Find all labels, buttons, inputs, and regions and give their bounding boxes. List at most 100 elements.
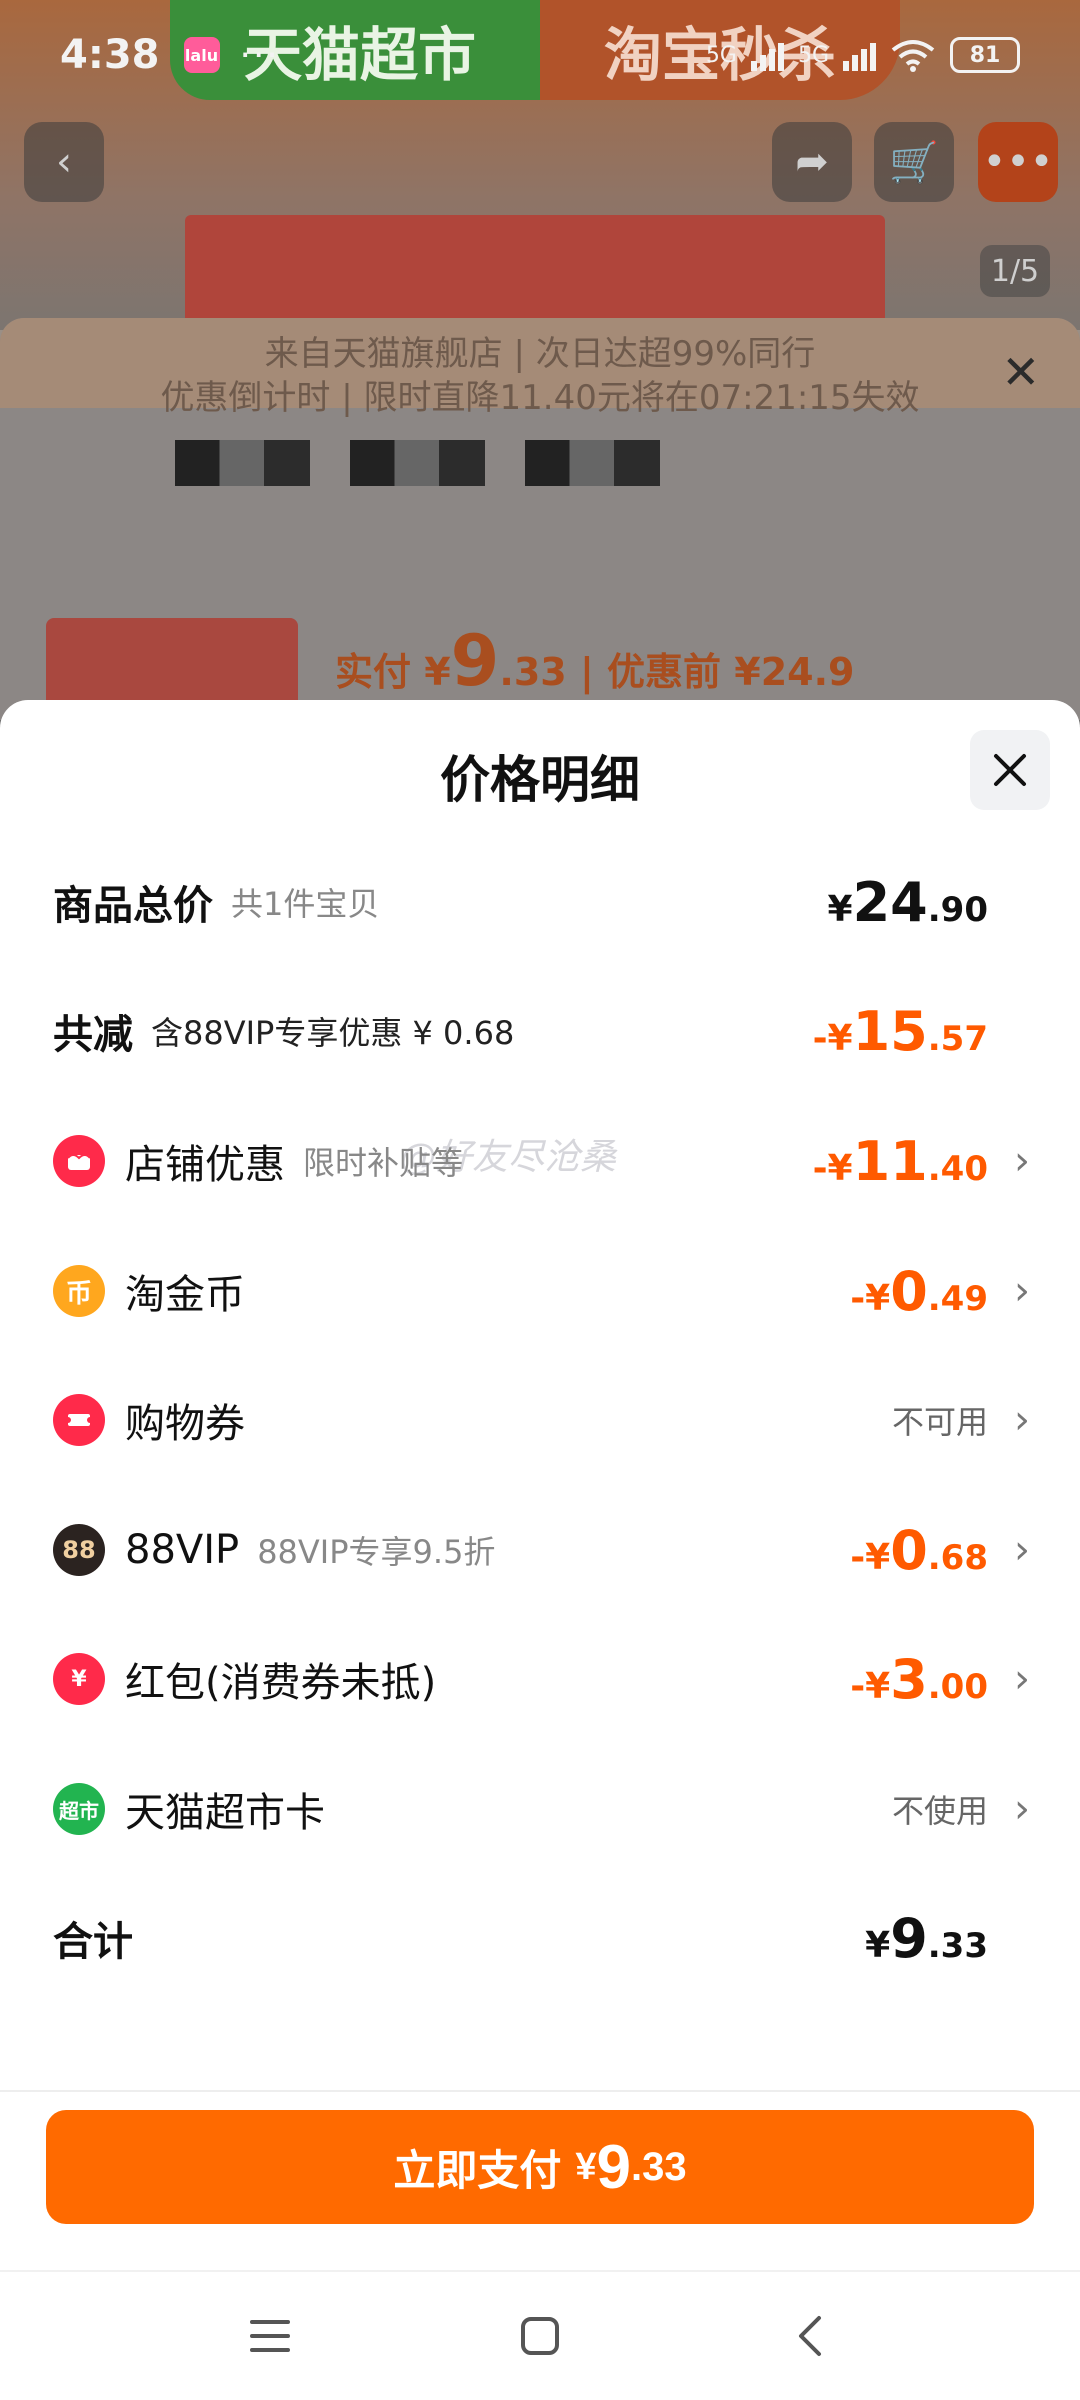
censored-blocks: [175, 440, 660, 486]
row-label: 天猫超市卡: [125, 1790, 325, 1836]
sku-close-icon: ✕: [1001, 345, 1040, 399]
value-currency: ¥: [865, 1924, 891, 1966]
menu-button[interactable]: [240, 2306, 300, 2366]
menu-icon: [250, 2320, 290, 2352]
notice-line-1: 来自天猫旗舰店 | 次日达超99%同行: [264, 334, 816, 374]
value-currency: -¥: [850, 1665, 891, 1707]
row-label: 红包(消费券未抵): [125, 1660, 437, 1706]
row-red-packet[interactable]: ¥ 红包(消费券未抵) -¥ 3.00 ›: [0, 1634, 1080, 1724]
voucher-icon: [53, 1394, 105, 1446]
tmall-market-icon: 超市: [53, 1783, 105, 1835]
row-88vip[interactable]: 88 88VIP 88VIP专享9.5折 -¥ 0.68 ›: [0, 1505, 1080, 1595]
close-icon: [994, 754, 1026, 786]
value-dec: .57: [927, 1018, 988, 1059]
row-value: -¥ 0.68: [850, 1519, 988, 1582]
sku-price-before: | 优惠前 ¥24.9: [579, 650, 855, 694]
system-nav-bar: [0, 2270, 1080, 2400]
signal-icon: [843, 39, 876, 71]
sku-price: 实付 ¥9.33 | 优惠前 ¥24.9: [335, 620, 855, 702]
row-total-discount: 共减 含88VIP专享优惠 ¥ 0.68 -¥ 15.57: [0, 986, 1080, 1076]
shop-discount-icon: [53, 1135, 105, 1187]
value-int: 9: [890, 1906, 928, 1970]
back-button[interactable]: [780, 2306, 840, 2366]
more-notifications-icon: ···: [239, 34, 280, 76]
value-int: 24: [852, 870, 928, 934]
back-arrow-icon: [799, 2316, 821, 2356]
status-bar: 4:38 lalu ··· 5G 5G 81: [0, 0, 1080, 110]
product-image: [185, 215, 885, 335]
row-label: 淘金币: [125, 1272, 245, 1318]
notice-line-2: 优惠倒计时 | 限时直降11.40元将在07:21:15失效: [160, 378, 920, 418]
share-icon: ➦: [772, 122, 852, 202]
value-currency: -¥: [812, 1147, 853, 1189]
chevron-right-icon: ›: [1014, 1527, 1030, 1573]
row-value: ¥9.33: [865, 1907, 988, 1970]
row-label: 88VIP: [125, 1527, 240, 1573]
pay-currency: ¥: [575, 2145, 597, 2188]
row-status: 不使用: [891, 1792, 988, 1830]
sku-notice: 来自天猫旗舰店 | 次日达超99%同行 优惠倒计时 | 限时直降11.40元将在…: [0, 318, 1080, 418]
value-int: 0: [890, 1259, 928, 1323]
more-icon: •••: [978, 122, 1058, 202]
value-dec: .68: [927, 1537, 988, 1578]
image-counter: 1/5: [980, 245, 1050, 297]
row-label: 店铺优惠: [125, 1142, 285, 1188]
value-int: 0: [890, 1518, 928, 1582]
home-icon: [521, 2317, 559, 2355]
row-shop-discount[interactable]: 店铺优惠 限时补贴等 -¥ 11.40 ›: [0, 1116, 1080, 1206]
row-label: 合计: [53, 1919, 133, 1965]
chevron-right-icon: ›: [1014, 1138, 1030, 1184]
chevron-right-icon: ›: [1014, 1268, 1030, 1314]
sku-price-prefix: 实付 ¥: [335, 650, 451, 694]
row-total-price: 商品总价 共1件宝贝 ¥24.90: [0, 857, 1080, 947]
88vip-icon: 88: [53, 1524, 105, 1576]
coin-icon: 币: [53, 1265, 105, 1317]
pay-now-button[interactable]: 立即支付 ¥9.33: [46, 2110, 1034, 2224]
value-dec: .40: [927, 1148, 988, 1189]
row-sub: 共1件宝贝: [231, 885, 380, 923]
row-shopping-voucher[interactable]: 购物券 不可用 ›: [0, 1375, 1080, 1465]
row-status: 不可用: [891, 1403, 988, 1441]
row-grand-total: 合计 ¥9.33: [0, 1893, 1080, 1983]
home-button[interactable]: [510, 2306, 570, 2366]
pay-dec: .33: [631, 2144, 687, 2189]
row-label: 共减: [53, 1012, 133, 1058]
row-sub: 含88VIP专享优惠 ¥ 0.68: [151, 1014, 515, 1052]
value-currency: -¥: [850, 1536, 891, 1578]
chevron-right-icon: ›: [1014, 1786, 1030, 1832]
row-tmall-market-card[interactable]: 超市 天猫超市卡 不使用 ›: [0, 1764, 1080, 1854]
red-packet-icon: ¥: [53, 1653, 105, 1705]
pay-label: 立即支付: [393, 2146, 562, 2194]
value-currency: -¥: [812, 1017, 853, 1059]
value-dec: .33: [927, 1925, 988, 1966]
censored-block: [525, 440, 660, 486]
row-value: -¥ 11.40: [813, 1130, 988, 1193]
row-label: 购物券: [125, 1401, 245, 1447]
row-taojinbi[interactable]: 币 淘金币 -¥ 0.49 ›: [0, 1246, 1080, 1336]
value-currency: -¥: [850, 1277, 891, 1319]
cart-icon: 🛒: [874, 122, 954, 202]
row-value: ¥24.90: [828, 871, 988, 934]
chevron-right-icon: ›: [1014, 1656, 1030, 1702]
row-sub: 88VIP专享9.5折: [257, 1533, 496, 1571]
value-currency: ¥: [827, 888, 853, 930]
chevron-right-icon: ›: [1014, 1397, 1030, 1443]
signal-icon: [750, 39, 784, 71]
value-dec: .90: [927, 889, 988, 930]
wifi-icon: [891, 40, 935, 72]
back-icon: ‹: [24, 122, 104, 202]
sku-price-int: 9: [450, 620, 500, 702]
censored-block: [175, 440, 310, 486]
app-notification-icon: lalu: [183, 37, 220, 73]
network-type-1: 5G: [705, 42, 737, 68]
close-button[interactable]: [970, 730, 1050, 810]
value-int: 15: [852, 999, 928, 1063]
sheet-title: 价格明细: [440, 751, 640, 809]
status-time: 4:38: [60, 32, 160, 78]
pay-area: 立即支付 ¥9.33: [0, 2090, 1080, 2270]
value-int: 3: [890, 1647, 928, 1711]
row-value: -¥ 15.57: [813, 1000, 988, 1063]
value-int: 11: [852, 1129, 928, 1193]
row-label: 商品总价: [53, 883, 213, 929]
row-value: -¥ 0.49: [850, 1260, 988, 1323]
